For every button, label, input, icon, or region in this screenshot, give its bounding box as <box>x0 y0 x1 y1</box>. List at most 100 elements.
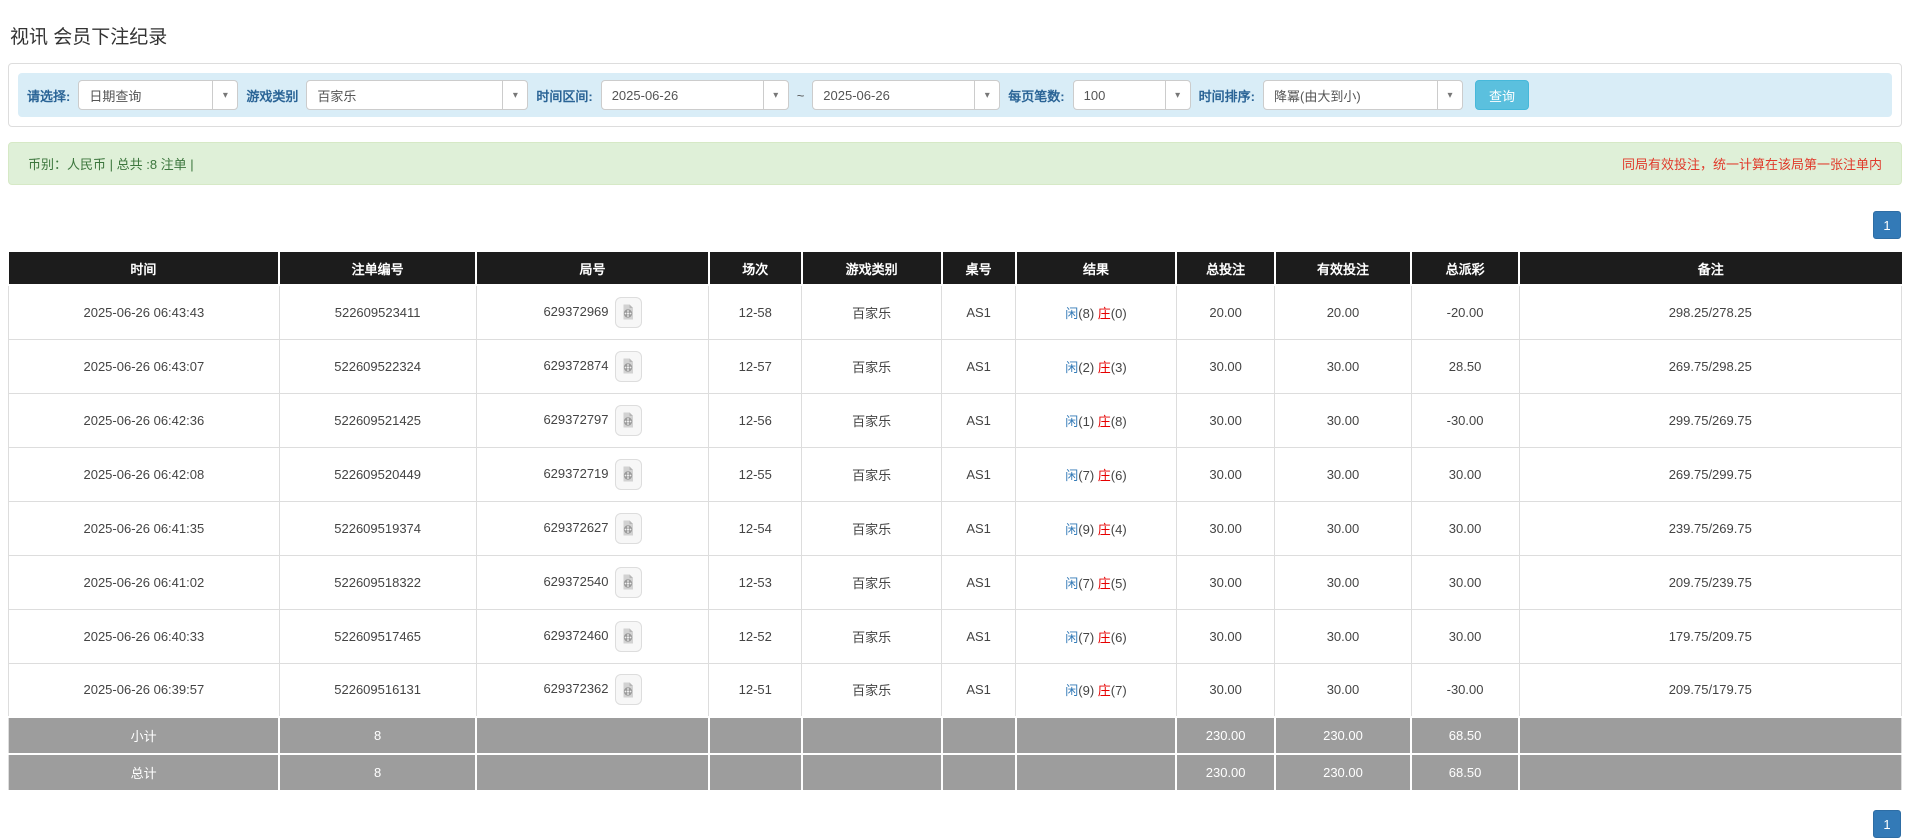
banker-result-label: 庄 <box>1097 521 1111 537</box>
date-from-value: 2025-06-26 <box>611 87 679 103</box>
filter-bar: 请选择: 日期查询 ▾ 游戏类别 百家乐 ▾ 时间区间: 2025-06-26 … <box>18 73 1892 117</box>
banker-result-label: 庄 <box>1097 467 1111 483</box>
subtotal-payout: 68.50 <box>1410 716 1521 755</box>
round-id-cell: 629372874 <box>475 338 710 394</box>
table-no-cell: AS1 <box>941 608 1017 664</box>
table-row: 2025-06-26 06:40:33 522609517465 6293724… <box>8 608 1903 664</box>
date-from-select[interactable]: 2025-06-26 ▾ <box>600 80 789 110</box>
empty-cell <box>475 716 710 755</box>
pagination-bottom: 1 <box>8 810 1901 838</box>
video-replay-button[interactable] <box>614 458 642 490</box>
film-icon <box>623 574 634 590</box>
subtotal-count: 8 <box>278 716 478 755</box>
pagination-top: 1 <box>8 211 1901 239</box>
payout-cell: 30.00 <box>1410 608 1520 664</box>
empty-cell <box>707 753 803 792</box>
player-result-label: 闲 <box>1065 575 1079 591</box>
bet-id-cell: 522609517465 <box>278 608 477 664</box>
time-sort-label: 时间排序: <box>1198 88 1255 104</box>
round-id-value: 629372797 <box>543 411 609 427</box>
total-bet-link[interactable]: 30.00 <box>1175 338 1276 394</box>
game-type-select[interactable]: 百家乐 ▾ <box>306 80 529 110</box>
col-valid-bet: 有效投注 <box>1274 252 1413 286</box>
video-replay-button[interactable] <box>614 350 642 382</box>
subtotal-label: 小计 <box>8 716 281 755</box>
col-total-bet: 总投注 <box>1176 252 1276 286</box>
player-result-score: (1) <box>1078 413 1095 429</box>
video-replay-button[interactable] <box>614 566 642 598</box>
result-cell: 闲(7) 庄(6) <box>1015 446 1177 502</box>
total-bet-link[interactable]: 30.00 <box>1175 500 1276 556</box>
banker-result-score: (7) <box>1110 683 1127 699</box>
col-round-id: 局号 <box>476 252 710 286</box>
payout-cell: 30.00 <box>1410 446 1520 502</box>
player-result-label: 闲 <box>1065 359 1079 375</box>
table-summary: 小计 8 230.00 230.00 68.50 总计 8 230.00 230… <box>8 716 1903 792</box>
total-count: 8 <box>278 753 478 792</box>
video-replay-button[interactable] <box>614 620 642 652</box>
total-bet-link[interactable]: 30.00 <box>1175 392 1276 448</box>
query-mode-select[interactable]: 日期查询 ▾ <box>78 80 239 110</box>
subtotal-row: 小计 8 230.00 230.00 68.50 <box>8 716 1903 755</box>
video-replay-button[interactable] <box>614 296 642 328</box>
video-replay-button[interactable] <box>614 404 642 436</box>
valid-bet-cell: 30.00 <box>1274 662 1412 718</box>
page-size-select[interactable]: 100 ▾ <box>1072 80 1191 110</box>
date-to-value: 2025-06-26 <box>823 87 890 103</box>
game-type-label: 游戏类别 <box>246 88 299 104</box>
total-bet-link[interactable]: 20.00 <box>1175 284 1276 340</box>
banker-result-label: 庄 <box>1097 575 1111 591</box>
game-type-cell: 百家乐 <box>801 338 943 394</box>
valid-bet-cell: 20.00 <box>1274 284 1412 340</box>
player-result-score: (9) <box>1078 521 1095 537</box>
time-cell: 2025-06-26 06:41:35 <box>8 500 280 556</box>
page-1-button[interactable]: 1 <box>1873 211 1901 239</box>
total-bet-link[interactable]: 30.00 <box>1175 446 1276 502</box>
date-range-label: 时间区间: <box>536 88 593 104</box>
round-id-cell: 629372540 <box>475 554 710 610</box>
table-row: 2025-06-26 06:41:02 522609518322 6293725… <box>8 554 1903 610</box>
game-type-cell: 百家乐 <box>801 500 943 556</box>
player-result-score: (9) <box>1078 683 1095 699</box>
subtotal-total-bet: 230.00 <box>1175 716 1276 755</box>
page-1-button[interactable]: 1 <box>1873 810 1901 838</box>
date-to-select[interactable]: 2025-06-26 ▾ <box>812 80 1001 110</box>
total-bet-link[interactable]: 30.00 <box>1175 554 1276 610</box>
player-result-label: 闲 <box>1065 413 1079 429</box>
video-replay-button[interactable] <box>614 674 642 706</box>
table-row: 2025-06-26 06:43:07 522609522324 6293728… <box>8 338 1903 394</box>
total-bet-link[interactable]: 30.00 <box>1175 662 1276 718</box>
time-sort-value: 降冪(由大到小) <box>1273 88 1361 104</box>
total-bet-link[interactable]: 30.00 <box>1175 608 1276 664</box>
round-id-value: 629372969 <box>543 303 609 319</box>
game-type-cell: 百家乐 <box>801 392 943 448</box>
session-cell: 12-54 <box>708 500 803 556</box>
session-cell: 12-52 <box>708 608 803 664</box>
session-cell: 12-51 <box>708 662 803 718</box>
film-icon <box>623 520 634 536</box>
bet-id-cell: 522609521425 <box>278 392 477 448</box>
round-id-cell: 629372362 <box>475 662 710 718</box>
remark-cell: 298.25/278.25 <box>1518 284 1903 340</box>
chevron-down-icon: ▾ <box>1164 81 1190 109</box>
remark-cell: 209.75/179.75 <box>1518 662 1903 718</box>
search-button[interactable]: 查询 <box>1474 80 1529 110</box>
bet-id-cell: 522609522324 <box>278 338 477 394</box>
col-payout: 总派彩 <box>1411 252 1521 286</box>
player-result-score: (7) <box>1078 629 1095 645</box>
page-size-label: 每页笔数: <box>1008 88 1065 104</box>
time-sort-select[interactable]: 降冪(由大到小) ▾ <box>1262 80 1463 110</box>
result-cell: 闲(2) 庄(3) <box>1015 338 1177 394</box>
valid-bet-cell: 30.00 <box>1274 554 1412 610</box>
total-valid-bet: 230.00 <box>1273 753 1413 792</box>
session-cell: 12-55 <box>708 446 803 502</box>
col-time: 时间 <box>8 252 281 286</box>
valid-bet-cell: 30.00 <box>1274 608 1412 664</box>
banker-result-score: (6) <box>1110 467 1127 483</box>
empty-cell <box>707 716 803 755</box>
video-replay-button[interactable] <box>614 512 642 544</box>
banker-result-score: (6) <box>1110 629 1127 645</box>
empty-cell <box>1014 716 1178 755</box>
table-no-cell: AS1 <box>941 500 1017 556</box>
remark-cell: 269.75/299.75 <box>1518 446 1903 502</box>
